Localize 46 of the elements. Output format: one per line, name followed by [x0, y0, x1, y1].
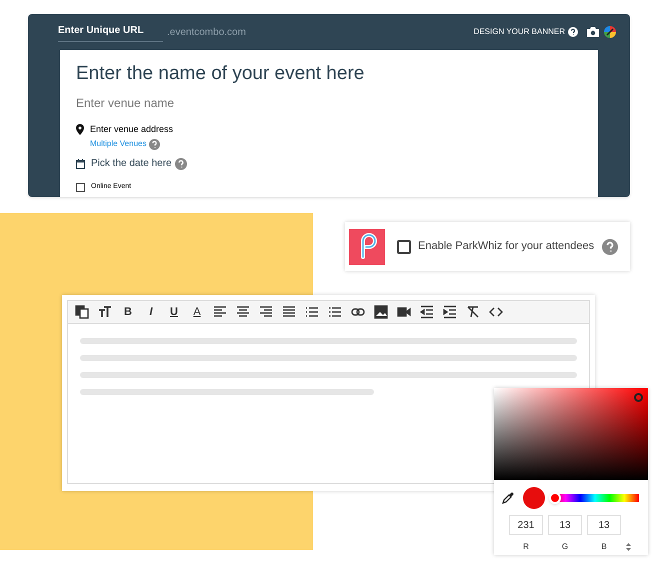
justify-icon[interactable]	[282, 305, 296, 319]
url-field[interactable]: Enter Unique URL	[58, 22, 163, 42]
checkbox[interactable]	[397, 240, 411, 254]
translate-icon[interactable]	[75, 305, 89, 319]
text-size-icon[interactable]	[98, 305, 112, 319]
code-icon[interactable]	[489, 305, 503, 319]
parkwhiz-label: Enable ParkWhiz for your attendees	[418, 239, 594, 254]
format-button[interactable]: U	[164, 303, 184, 321]
channel-label: R	[522, 541, 530, 553]
align-center-icon[interactable]	[236, 305, 250, 319]
channel-label: B	[600, 541, 608, 553]
numbered-list-icon[interactable]	[328, 305, 342, 319]
venue-name-field[interactable]: Enter venue name	[76, 94, 174, 112]
align-right-icon[interactable]	[259, 305, 273, 319]
color-thumb[interactable]	[634, 393, 643, 402]
eyedropper-icon[interactable]	[502, 492, 514, 504]
hue-slider[interactable]	[551, 494, 639, 502]
format-button[interactable]: B	[118, 303, 138, 321]
bulleted-list-icon[interactable]	[305, 305, 319, 319]
image-icon[interactable]	[374, 305, 388, 319]
outdent-icon[interactable]	[420, 305, 434, 319]
format-button[interactable]: A	[187, 303, 207, 321]
channel-field[interactable]: 13	[587, 515, 621, 535]
checkbox[interactable]	[76, 183, 85, 192]
calendar-icon	[76, 158, 85, 169]
domain-text: .eventcombo.com	[167, 26, 246, 40]
channel-label: G	[560, 541, 570, 553]
parking-logo-icon	[349, 228, 385, 264]
map-pin-icon	[76, 124, 84, 135]
hue-thumb[interactable]	[549, 492, 561, 504]
event-name-field[interactable]: Enter the name of your event here	[76, 62, 364, 86]
toggle-icon[interactable]	[626, 543, 631, 551]
color-wheel-icon[interactable]	[604, 26, 616, 38]
channel-field[interactable]: 231	[509, 515, 543, 535]
channel-field[interactable]: 13	[548, 515, 582, 535]
indent-icon[interactable]	[443, 305, 457, 319]
design-banner-link[interactable]: DESIGN YOUR BANNER	[474, 26, 565, 38]
venue-address-field[interactable]: Enter venue address	[90, 122, 174, 136]
clear-format-icon[interactable]	[466, 305, 480, 319]
align-left-icon[interactable]	[213, 305, 227, 319]
saturation-value-area[interactable]	[494, 388, 648, 480]
date-field[interactable]: Pick the date here	[91, 156, 172, 172]
camera-icon[interactable]	[587, 27, 599, 37]
video-camera-icon[interactable]	[397, 305, 411, 319]
help-icon[interactable]	[568, 27, 578, 37]
format-button[interactable]: I	[141, 303, 161, 321]
